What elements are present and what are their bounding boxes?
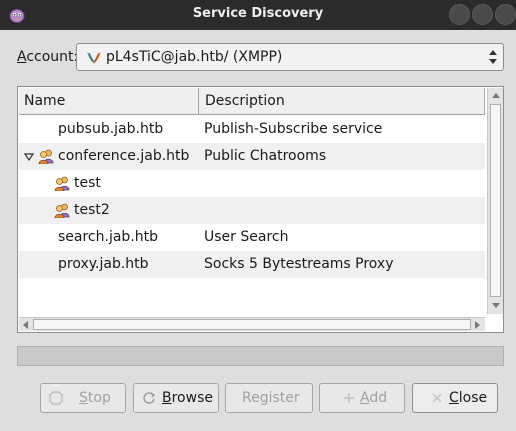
close-button[interactable]: Close [412,383,498,413]
stop-icon [49,391,63,405]
scroll-up-icon[interactable] [491,91,501,101]
row-name: pubsub.jab.htb [58,121,164,137]
row-name: conference.jab.htb [58,148,190,164]
scroll-left-icon[interactable] [21,320,31,330]
xmpp-icon [87,52,101,64]
account-select[interactable]: pL4sTiC@jab.htb/ (XMPP) [76,43,504,71]
browse-label: Browse [162,390,213,406]
add-label: Add [360,390,388,406]
tree-row[interactable]: pubsub.jab.htb Publish-Subscribe service [19,116,485,143]
chatroom-icon [38,148,54,165]
tree-row[interactable]: search.jab.htb User Search [19,224,485,251]
row-name: search.jab.htb [58,229,159,245]
row-name: test [74,175,101,191]
scroll-down-icon[interactable] [491,300,501,310]
tree-header: Name Description [19,88,485,115]
maximize-button[interactable] [472,4,493,25]
tree-row[interactable]: conference.jab.htb Public Chatrooms [19,143,485,170]
chatroom-icon [54,175,70,192]
stop-button[interactable]: Stop [40,383,126,413]
chevron-updown-icon [489,50,497,64]
progress-bar [17,346,504,366]
row-description: User Search [204,229,289,245]
add-button[interactable]: Add [319,383,405,413]
column-header-description[interactable]: Description [200,88,485,114]
row-name: proxy.jab.htb [58,256,149,272]
browse-button[interactable]: Browse [133,383,219,413]
vertical-scrollbar[interactable] [487,88,503,314]
minimize-button[interactable] [449,4,470,25]
vertical-scroll-thumb[interactable] [490,104,501,297]
chatroom-icon [54,202,70,219]
expander-triangle-icon[interactable] [24,153,34,161]
column-header-name[interactable]: Name [19,88,199,114]
tree-row[interactable]: proxy.jab.htb Socks 5 Bytestreams Proxy [19,251,485,278]
stop-label: Stop [79,390,111,406]
account-label: Account: [17,49,79,65]
register-button[interactable]: Register [225,383,313,413]
tree-row[interactable]: test2 [19,197,485,224]
close-label: Close [449,390,488,406]
tree-row[interactable]: test [19,170,485,197]
account-value: pL4sTiC@jab.htb/ (XMPP) [106,49,283,65]
window-title: Service Discovery [192,6,324,21]
title-bar[interactable]: Service Discovery [0,0,516,30]
horizontal-scrollbar[interactable] [19,317,485,331]
row-description: Socks 5 Bytestreams Proxy [204,256,394,272]
register-label: Register [242,390,300,406]
services-tree[interactable]: Name Description pubsub.jab.htb Publish-S… [17,86,504,333]
row-description: Public Chatrooms [204,148,327,164]
scroll-right-icon[interactable] [472,320,482,330]
close-icon [432,393,442,403]
add-icon [344,393,354,403]
horizontal-scroll-thumb[interactable] [33,319,471,330]
row-name: test2 [74,202,110,218]
refresh-icon [143,392,156,404]
window-close-button[interactable] [495,4,516,25]
row-description: Publish-Subscribe service [204,121,383,137]
service-discovery-window: Service Discovery Account: pL4sTiC@jab.h… [0,0,516,431]
